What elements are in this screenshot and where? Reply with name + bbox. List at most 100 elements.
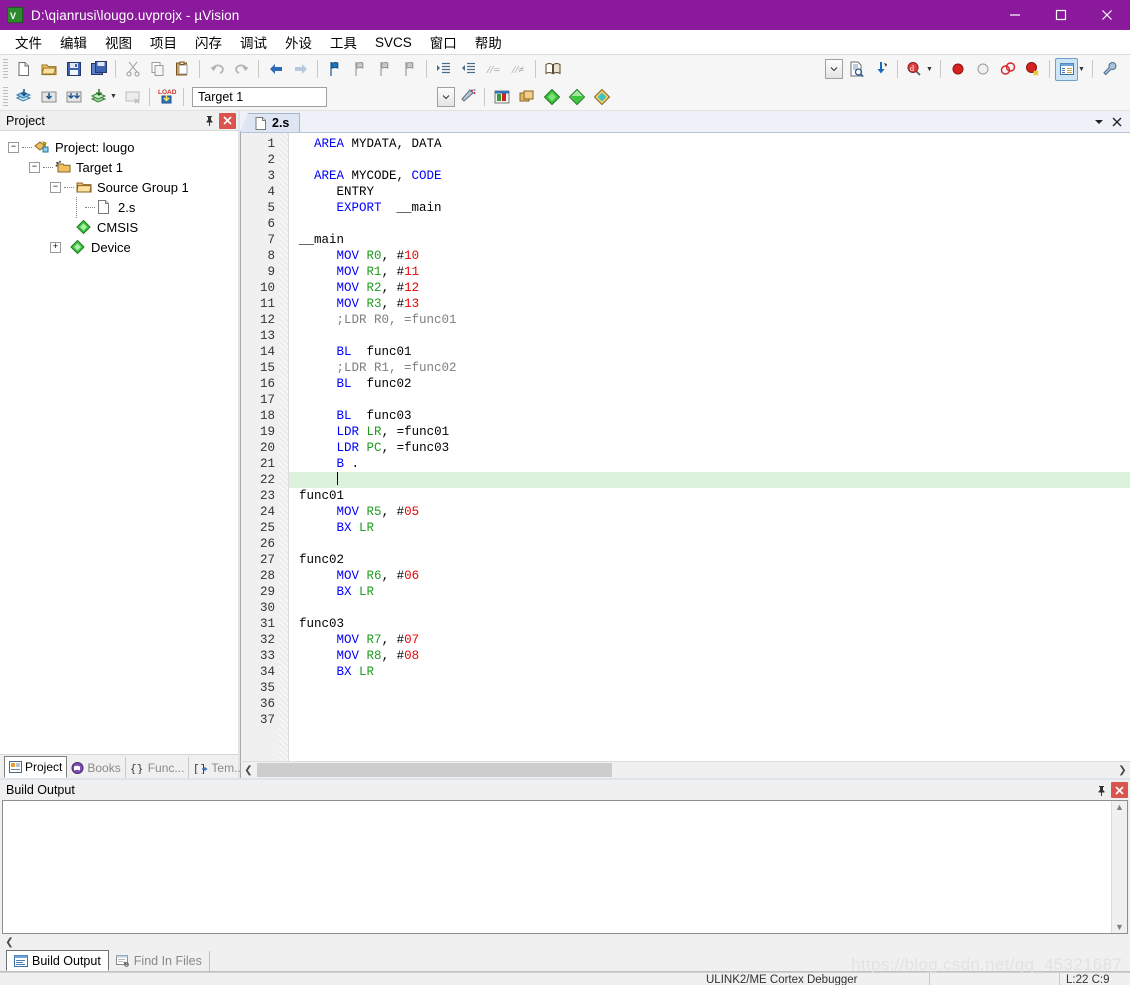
indent-increase-icon[interactable] xyxy=(432,58,455,81)
tab-project[interactable]: Project xyxy=(4,756,68,778)
menu-file[interactable]: 文件 xyxy=(6,29,51,55)
stop-build-icon[interactable] xyxy=(121,85,144,108)
code-line[interactable]: BL func01 xyxy=(299,344,1130,360)
code-line[interactable]: MOV R8, #08 xyxy=(299,648,1130,664)
customize-tools-icon[interactable] xyxy=(1098,58,1121,81)
chevron-down-icon[interactable] xyxy=(1094,118,1104,126)
comment-icon[interactable]: //= xyxy=(482,58,505,81)
menu-flash[interactable]: 闪存 xyxy=(186,29,231,55)
code-line[interactable]: MOV R1, #11 xyxy=(299,264,1130,280)
code-editor[interactable]: 1 2 3 4 5 6 7 8 9 10 11 12 13 14 15 16 17 18 19 20 21 22 23 24 2… xyxy=(240,133,1130,761)
menu-peripherals[interactable]: 外设 xyxy=(276,29,321,55)
indent-decrease-icon[interactable] xyxy=(457,58,480,81)
menu-view[interactable]: 视图 xyxy=(96,29,141,55)
undo-icon[interactable] xyxy=(205,58,228,81)
toolbar-grip[interactable] xyxy=(3,59,8,79)
code-line[interactable] xyxy=(299,392,1130,408)
expander-icon[interactable]: − xyxy=(29,161,40,173)
target-combo-dropdown-icon[interactable] xyxy=(437,86,455,107)
scroll-up-icon[interactable]: ▲ xyxy=(1115,802,1124,812)
menu-tools[interactable]: 工具 xyxy=(321,29,366,55)
code-line[interactable]: AREA MYCODE, CODE xyxy=(299,168,1130,184)
translate-file-icon[interactable] xyxy=(12,85,35,108)
code-line[interactable]: B . xyxy=(299,456,1130,472)
redo-icon[interactable] xyxy=(230,58,253,81)
build-target-icon[interactable] xyxy=(37,85,60,108)
code-line[interactable] xyxy=(299,680,1130,696)
code-text[interactable]: AREA MYDATA, DATA AREA MYCODE, CODE ENTR… xyxy=(289,133,1130,761)
menu-window[interactable]: 窗口 xyxy=(421,29,466,55)
code-line[interactable]: MOV R2, #12 xyxy=(299,280,1130,296)
new-file-icon[interactable] xyxy=(12,58,35,81)
maximize-button[interactable] xyxy=(1038,0,1084,30)
uncomment-icon[interactable]: //≠ xyxy=(507,58,530,81)
code-line[interactable]: MOV R0, #10 xyxy=(299,248,1130,264)
menu-help[interactable]: 帮助 xyxy=(466,29,511,55)
code-line[interactable]: BX LR xyxy=(299,584,1130,600)
find-combo-dropdown[interactable] xyxy=(825,59,843,79)
find-in-files-icon[interactable] xyxy=(844,58,867,81)
build-output-vertical-scrollbar[interactable]: ▲ ▼ xyxy=(1111,801,1127,933)
code-line[interactable] xyxy=(299,600,1130,616)
code-line[interactable]: MOV R6, #06 xyxy=(299,568,1130,584)
menu-svcs[interactable]: SVCS xyxy=(366,32,421,53)
close-button[interactable] xyxy=(1084,0,1130,30)
paste-icon[interactable] xyxy=(171,58,194,81)
menu-project[interactable]: 项目 xyxy=(141,29,186,55)
editor-margin-bar[interactable] xyxy=(279,133,289,761)
code-line[interactable] xyxy=(299,696,1130,712)
scroll-left-icon[interactable]: ❮ xyxy=(241,763,256,778)
copy-icon[interactable] xyxy=(146,58,169,81)
batch-build-dropdown-icon[interactable]: ▼ xyxy=(109,93,118,100)
close-icon[interactable] xyxy=(1111,782,1128,798)
tree-item-target[interactable]: − Target 1 xyxy=(8,157,238,177)
code-line[interactable]: MOV R3, #13 xyxy=(299,296,1130,312)
kill-all-breakpoints-icon[interactable] xyxy=(996,58,1019,81)
build-output-horizontal-scrollbar[interactable]: ❮ xyxy=(2,934,1128,950)
batch-build-icon[interactable] xyxy=(87,85,110,108)
scroll-thumb[interactable] xyxy=(257,763,612,777)
code-line[interactable]: func01 xyxy=(299,488,1130,504)
bookmark-prev-icon[interactable] xyxy=(348,58,371,81)
disable-breakpoint-icon[interactable] xyxy=(971,58,994,81)
select-software-packs-icon[interactable] xyxy=(590,85,613,108)
tab-functions[interactable]: {} Func... xyxy=(126,757,190,778)
expander-icon[interactable]: − xyxy=(50,181,61,193)
build-output-body[interactable]: ▲ ▼ xyxy=(2,800,1128,934)
code-line[interactable]: ;LDR R1, =func02 xyxy=(299,360,1130,376)
tree-item-device[interactable]: + Device xyxy=(8,237,238,257)
configuration-wizard-icon[interactable] xyxy=(1055,57,1078,81)
code-line[interactable]: func02 xyxy=(299,552,1130,568)
code-line[interactable]: BX LR xyxy=(299,664,1130,680)
code-line[interactable]: __main xyxy=(299,232,1130,248)
expander-icon[interactable]: + xyxy=(50,241,61,253)
pack-installer-icon[interactable] xyxy=(540,85,563,108)
disable-all-breakpoints-icon[interactable] xyxy=(1021,58,1044,81)
save-all-icon[interactable] xyxy=(87,58,110,81)
code-line[interactable] xyxy=(299,712,1130,728)
open-file-icon[interactable] xyxy=(37,58,60,81)
goto-definition-icon[interactable] xyxy=(869,58,892,81)
code-line[interactable]: LDR LR, =func01 xyxy=(299,424,1130,440)
browse-symbols-icon[interactable]: d xyxy=(903,58,926,81)
scroll-track[interactable] xyxy=(256,763,1115,778)
code-line[interactable]: ENTRY xyxy=(299,184,1130,200)
navigate-forward-icon[interactable] xyxy=(289,58,312,81)
tab-books[interactable]: Books xyxy=(67,757,126,778)
code-line[interactable]: LDR PC, =func03 xyxy=(299,440,1130,456)
manage-run-time-env-icon[interactable] xyxy=(565,85,588,108)
code-line[interactable]: func03 xyxy=(299,616,1130,632)
menu-debug[interactable]: 调试 xyxy=(231,29,276,55)
close-icon[interactable] xyxy=(219,112,236,129)
tree-item-project[interactable]: − Project: lougo xyxy=(8,137,238,157)
rebuild-all-icon[interactable] xyxy=(62,85,85,108)
code-line[interactable] xyxy=(289,472,1130,488)
code-line[interactable] xyxy=(299,216,1130,232)
code-line[interactable]: BL func02 xyxy=(299,376,1130,392)
expander-icon[interactable]: − xyxy=(8,141,19,153)
scroll-left-icon[interactable]: ❮ xyxy=(2,935,17,950)
pin-icon[interactable] xyxy=(1093,782,1110,798)
code-line[interactable]: AREA MYDATA, DATA xyxy=(299,136,1130,152)
target-options-icon[interactable] xyxy=(456,85,479,108)
bookmark-toggle-icon[interactable] xyxy=(323,58,346,81)
